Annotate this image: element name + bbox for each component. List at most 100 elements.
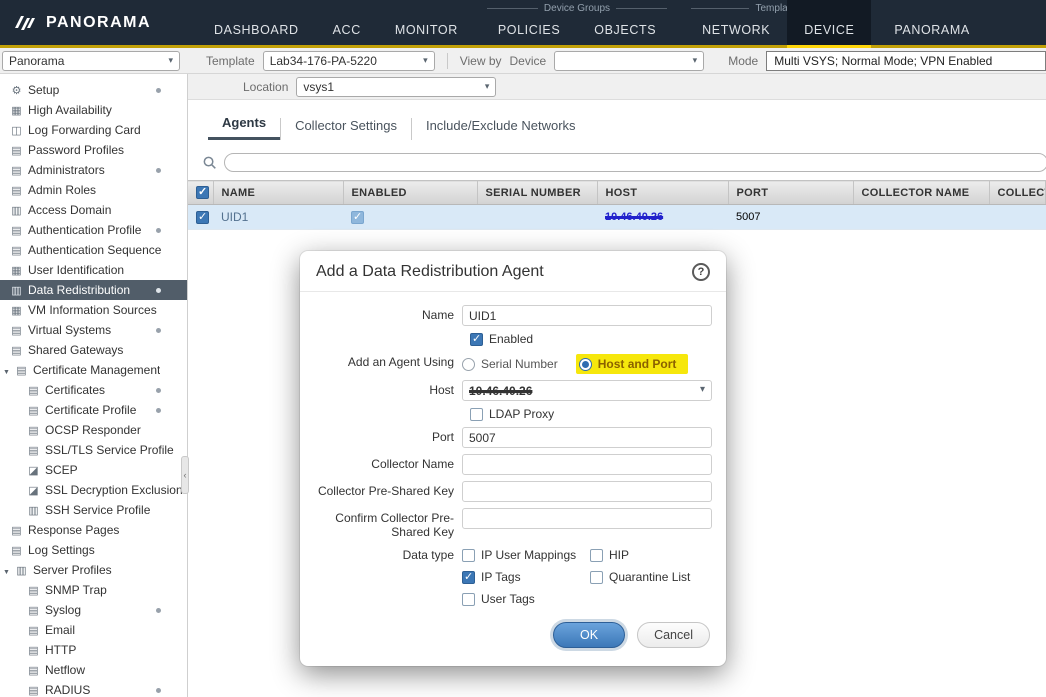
sidebar-item-virtual-systems[interactable]: Virtual Systems <box>0 320 187 340</box>
chevron-down-icon[interactable] <box>3 363 10 377</box>
ldap-proxy-checkbox[interactable] <box>470 408 483 421</box>
host-and-port-radio[interactable]: Host and Port <box>576 354 689 374</box>
sidebar-collapse-handle[interactable]: ‹ <box>181 456 189 494</box>
cancel-button[interactable]: Cancel <box>637 622 710 648</box>
sidebar-item-access-domain[interactable]: Access Domain <box>0 200 187 220</box>
column-header-enabled[interactable]: ENABLED <box>343 181 477 205</box>
sidebar-item-data-redistribution[interactable]: Data Redistribution <box>0 280 187 300</box>
sidebar-item-password-profiles[interactable]: Password Profiles <box>0 140 187 160</box>
search-input[interactable] <box>224 153 1046 172</box>
sidebar-item-certificates[interactable]: Certificates <box>0 380 187 400</box>
sidebar-item-log-settings[interactable]: Log Settings <box>0 540 187 560</box>
hip-option[interactable]: HIP <box>590 548 712 562</box>
enabled-checkbox[interactable] <box>470 333 483 346</box>
sidebar-item-admin-roles[interactable]: Admin Roles <box>0 180 187 200</box>
status-dot <box>156 328 161 333</box>
sidebar-item-authentication-sequence[interactable]: Authentication Sequence <box>0 240 187 260</box>
column-header-name[interactable]: NAME <box>213 181 343 205</box>
viewby-device-select[interactable]: ▾ <box>554 51 704 71</box>
nav-item-objects[interactable]: OBJECTS <box>577 0 673 45</box>
ip-user-mappings-checkbox[interactable] <box>462 549 475 562</box>
sidebar-item-ocsp-responder[interactable]: OCSP Responder <box>0 420 187 440</box>
sidebar-item-ssl-tls-service-profile[interactable]: SSL/TLS Service Profile <box>0 440 187 460</box>
user-tags-option[interactable]: User Tags <box>462 592 586 606</box>
hip-checkbox[interactable] <box>590 549 603 562</box>
column-header-collector[interactable]: COLLECTOR <box>989 181 1046 205</box>
select-all-checkbox[interactable] <box>196 186 209 199</box>
ldap-proxy-option[interactable]: LDAP Proxy <box>470 407 554 421</box>
sidebar-item-syslog[interactable]: Syslog <box>0 600 187 620</box>
sidebar-item-response-pages[interactable]: Response Pages <box>0 520 187 540</box>
doc-icon <box>10 323 23 337</box>
collector-key-input[interactable] <box>462 481 712 502</box>
column-header-port[interactable]: PORT <box>728 181 853 205</box>
tab-collector-settings[interactable]: Collector Settings <box>280 118 411 140</box>
tab-include-exclude-networks[interactable]: Include/Exclude Networks <box>411 118 590 140</box>
nav-item-device[interactable]: DEVICE <box>787 0 871 45</box>
enabled-option[interactable]: Enabled <box>470 332 533 346</box>
radio-icon[interactable] <box>462 358 475 371</box>
name-input[interactable] <box>462 305 712 326</box>
column-header-collector-name[interactable]: COLLECTOR NAME <box>853 181 989 205</box>
doc-icon <box>10 143 23 157</box>
nav-item-acc[interactable]: ACC <box>316 0 378 45</box>
agent-name-link[interactable]: UID1 <box>213 205 343 230</box>
sidebar-item-user-identification[interactable]: User Identification <box>0 260 187 280</box>
nav-item-dashboard[interactable]: DASHBOARD <box>197 0 316 45</box>
user-tags-checkbox[interactable] <box>462 593 475 606</box>
sidebar-item-setup[interactable]: Setup <box>0 80 187 100</box>
sidebar-item-server-profiles[interactable]: Server Profiles <box>0 560 187 580</box>
tab-agents[interactable]: Agents <box>208 115 280 140</box>
collector-name-input[interactable] <box>462 454 712 475</box>
sidebar-item-netflow[interactable]: Netflow <box>0 660 187 680</box>
column-header-serial-number[interactable]: SERIAL NUMBER <box>477 181 597 205</box>
sidebar-item-ssl-decryption-exclusion[interactable]: SSL Decryption Exclusion <box>0 480 187 500</box>
sidebar-item-log-forwarding-card[interactable]: Log Forwarding Card <box>0 120 187 140</box>
chevron-down-icon[interactable] <box>3 563 10 577</box>
column-header-host[interactable]: HOST <box>597 181 728 205</box>
context-select[interactable]: Panorama ▾ <box>2 51 180 71</box>
help-icon[interactable]: ? <box>692 263 710 281</box>
sidebar-item-vm-information-sources[interactable]: VM Information Sources <box>0 300 187 320</box>
nav-item-panorama[interactable]: PANORAMA <box>877 0 986 45</box>
port-input[interactable] <box>462 427 712 448</box>
location-select[interactable]: vsys1 ▾ <box>296 77 496 97</box>
sidebar-item-high-availability[interactable]: High Availability <box>0 100 187 120</box>
radio-selected-icon[interactable] <box>579 358 592 371</box>
sidebar-item-authentication-profile[interactable]: Authentication Profile <box>0 220 187 240</box>
sidebar-item-email[interactable]: Email <box>0 620 187 640</box>
sidebar-item-scep[interactable]: SCEP <box>0 460 187 480</box>
nav-item-policies[interactable]: POLICIES <box>481 0 577 45</box>
status-dot <box>156 88 161 93</box>
confirm-key-input[interactable] <box>462 508 712 529</box>
ip-tags-option[interactable]: IP Tags <box>462 570 586 584</box>
nav-item-monitor[interactable]: MONITOR <box>378 0 475 45</box>
sidebar-item-shared-gateways[interactable]: Shared Gateways <box>0 340 187 360</box>
table-row[interactable]: UID1 10.46.40.26 5007 <box>188 205 1046 230</box>
panel-icon <box>10 203 23 217</box>
doc-icon <box>10 243 23 257</box>
sidebar-item-administrators[interactable]: Administrators <box>0 160 187 180</box>
sidebar-item-snmp-trap[interactable]: SNMP Trap <box>0 580 187 600</box>
doc-icon <box>10 523 23 537</box>
row-checkbox[interactable] <box>196 211 209 224</box>
sidebar-item-certificate-management[interactable]: Certificate Management <box>0 360 187 380</box>
quarantine-list-option[interactable]: Quarantine List <box>590 570 712 584</box>
nav-item-network[interactable]: NETWORK <box>685 0 787 45</box>
ip-tags-checkbox[interactable] <box>462 571 475 584</box>
sidebar-item-radius[interactable]: RADIUS <box>0 680 187 697</box>
serial-number-radio[interactable]: Serial Number <box>462 357 558 371</box>
template-select[interactable]: Lab34-176-PA-5220 ▾ <box>263 51 435 71</box>
mode-value: Multi VSYS; Normal Mode; VPN Enabled <box>766 51 1046 71</box>
quarantine-list-checkbox[interactable] <box>590 571 603 584</box>
search-icon <box>202 155 217 170</box>
ok-button[interactable]: OK <box>553 622 625 648</box>
table-header-row: NAME ENABLED SERIAL NUMBER HOST PORT COL… <box>188 181 1046 205</box>
sidebar-item-http[interactable]: HTTP <box>0 640 187 660</box>
dialog-buttons: OK Cancel <box>314 622 710 648</box>
sidebar-item-certificate-profile[interactable]: Certificate Profile <box>0 400 187 420</box>
sidebar-item-ssh-service-profile[interactable]: SSH Service Profile <box>0 500 187 520</box>
ip-user-mappings-option[interactable]: IP User Mappings <box>462 548 586 562</box>
host-combo-input[interactable] <box>462 380 712 401</box>
gear-icon <box>10 83 23 97</box>
